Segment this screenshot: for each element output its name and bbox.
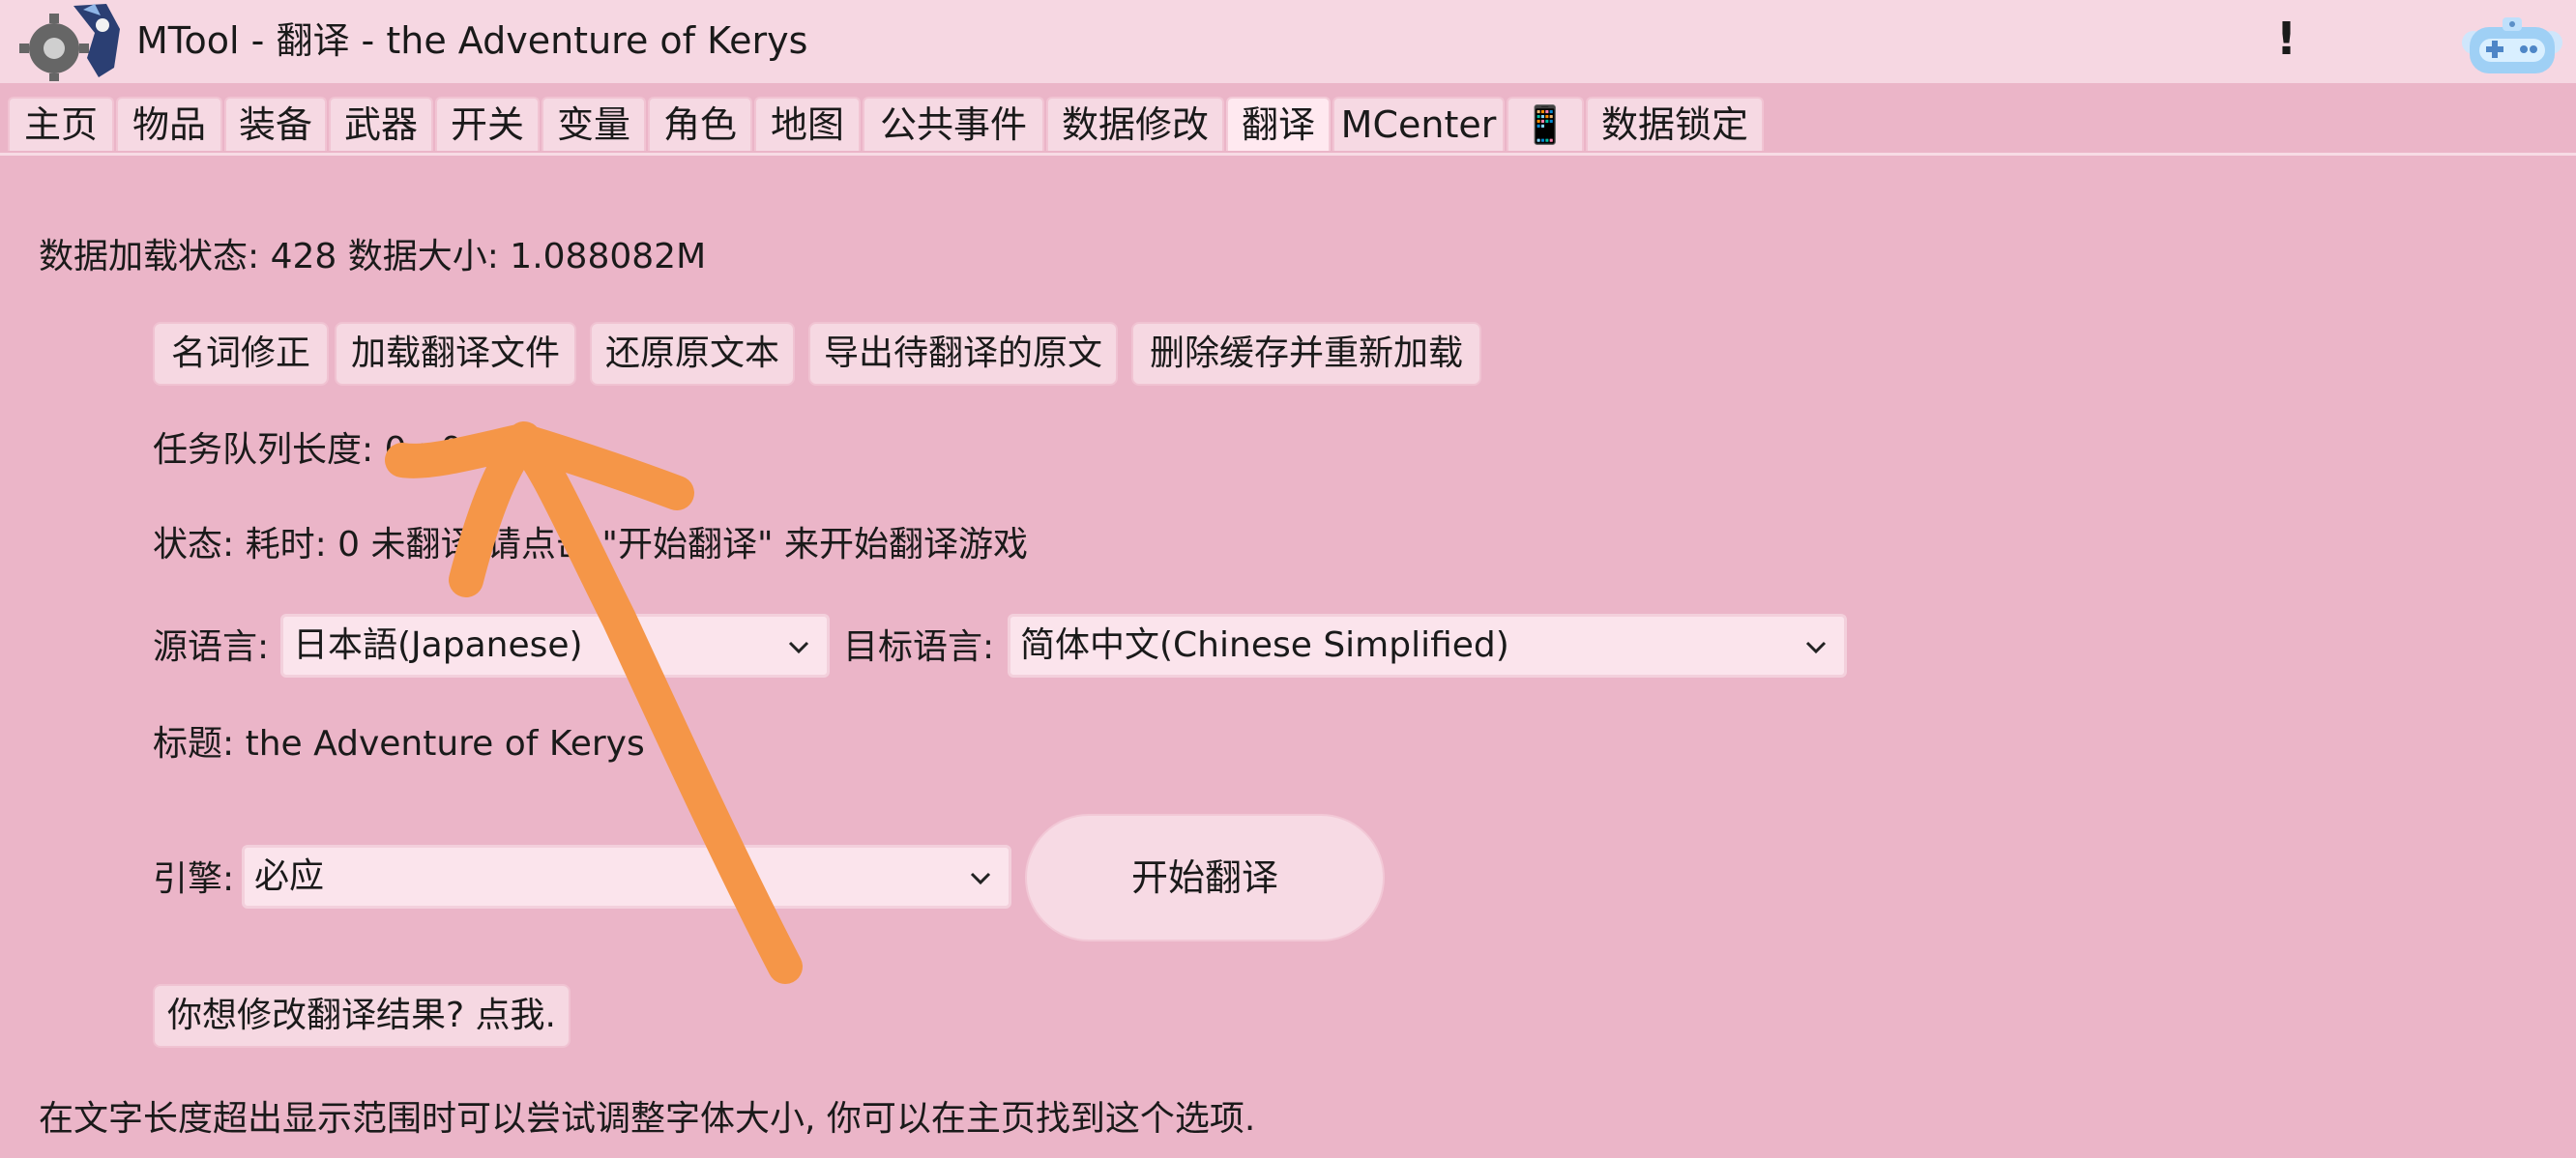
term-fix-button[interactable]: 名词修正 bbox=[153, 322, 329, 386]
tab-data-lock[interactable]: 数据锁定 bbox=[1586, 97, 1764, 151]
tab-variables[interactable]: 变量 bbox=[542, 97, 646, 151]
chevron-down-icon bbox=[788, 641, 809, 654]
target-language-label: 目标语言: bbox=[843, 627, 995, 667]
target-language-select[interactable]: 简体中文(Chinese Simplified) bbox=[1008, 614, 1847, 678]
title-bar: MTool - 翻译 - the Adventure of Kerys ! bbox=[0, 0, 2576, 83]
tab-switches[interactable]: 开关 bbox=[435, 97, 540, 151]
gear-character-icon bbox=[6, 0, 126, 81]
status-text: 状态: 耗时: 0 未翻译 请点击 "开始翻译" 来开始翻译游戏 bbox=[153, 525, 1028, 565]
tab-data-edit[interactable]: 数据修改 bbox=[1046, 97, 1224, 151]
clear-cache-reload-button[interactable]: 删除缓存并重新加载 bbox=[1131, 322, 1481, 386]
source-language-label: 源语言: bbox=[153, 627, 270, 667]
source-language-select[interactable]: 日本語(Japanese) bbox=[280, 614, 830, 678]
modify-translation-button[interactable]: 你想修改翻译结果? 点我. bbox=[153, 984, 571, 1048]
tab-maps[interactable]: 地图 bbox=[754, 97, 861, 151]
font-size-hint-text: 在文字长度超出显示范围时可以尝试调整字体大小, 你可以在主页找到这个选项. bbox=[39, 1099, 1256, 1139]
queue-length-text: 任务队列长度: 0 : 0 bbox=[153, 430, 463, 470]
warning-button[interactable]: ! bbox=[2276, 14, 2297, 64]
gamepad-icon[interactable] bbox=[2456, 14, 2568, 81]
target-language-value: 简体中文(Chinese Simplified) bbox=[1020, 625, 1509, 665]
tab-bar: 主页 物品 装备 武器 开关 变量 角色 地图 公共事件 数据修改 翻译 MCe… bbox=[0, 91, 2576, 156]
tab-mcenter[interactable]: MCenter bbox=[1332, 97, 1505, 151]
tab-actors[interactable]: 角色 bbox=[648, 97, 752, 151]
start-translation-button[interactable]: 开始翻译 bbox=[1025, 814, 1385, 941]
chevron-down-icon bbox=[970, 872, 991, 885]
load-status-text: 数据加载状态: 428 数据大小: 1.088082M bbox=[39, 237, 707, 276]
tab-weapons[interactable]: 武器 bbox=[329, 97, 433, 151]
chevron-down-icon bbox=[1805, 641, 1827, 654]
tab-translate[interactable]: 翻译 bbox=[1226, 97, 1331, 151]
load-translation-file-button[interactable]: 加载翻译文件 bbox=[335, 322, 576, 386]
game-title-text: 标题: the Adventure of Kerys bbox=[153, 724, 645, 764]
engine-label: 引擎: bbox=[153, 859, 235, 899]
export-untranslated-button[interactable]: 导出待翻译的原文 bbox=[808, 322, 1118, 386]
mtool-window: MTool - 翻译 - the Adventure of Kerys ! 主页… bbox=[0, 0, 2576, 1158]
tab-home[interactable]: 主页 bbox=[8, 97, 114, 151]
tab-items[interactable]: 物品 bbox=[116, 97, 222, 151]
source-language-value: 日本語(Japanese) bbox=[293, 625, 583, 665]
tab-common-events[interactable]: 公共事件 bbox=[863, 97, 1044, 151]
tab-equipment[interactable]: 装备 bbox=[224, 97, 327, 151]
window-title: MTool - 翻译 - the Adventure of Kerys bbox=[136, 19, 808, 62]
restore-original-button[interactable]: 还原原文本 bbox=[590, 322, 795, 386]
tab-mobile[interactable]: 📱 bbox=[1507, 97, 1584, 151]
engine-select[interactable]: 必应 bbox=[242, 845, 1011, 909]
engine-value: 必应 bbox=[254, 856, 325, 896]
